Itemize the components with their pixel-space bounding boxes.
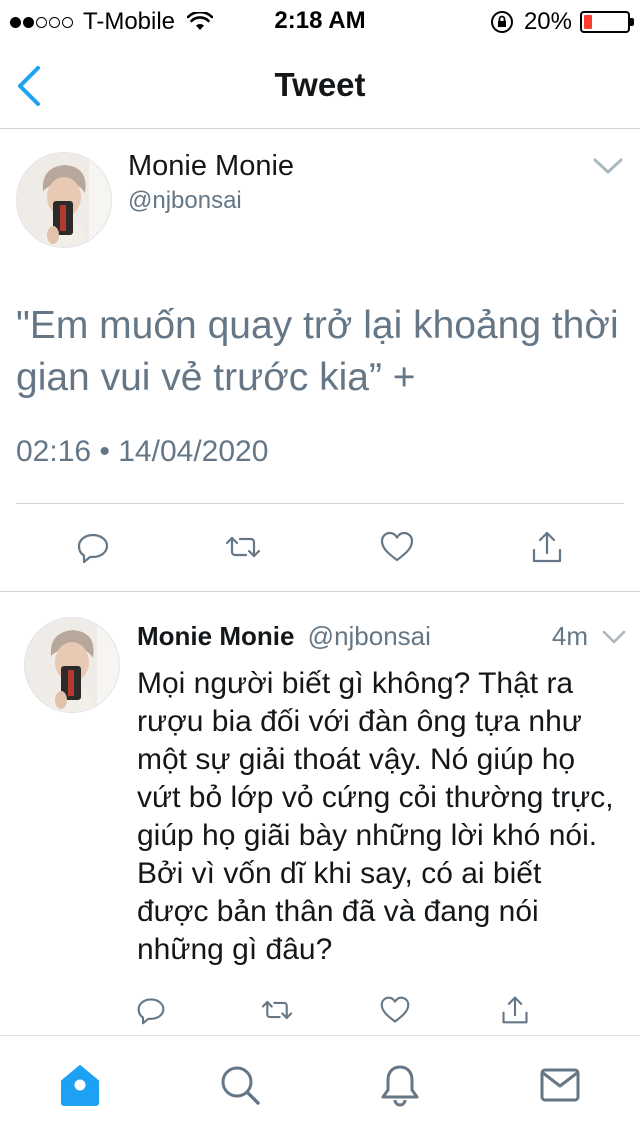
chevron-down-icon[interactable] (602, 629, 626, 645)
retweet-icon[interactable] (226, 530, 260, 564)
avatar[interactable] (16, 152, 112, 248)
home-icon[interactable] (58, 1063, 102, 1107)
like-icon[interactable] (380, 995, 410, 1025)
like-icon[interactable] (380, 530, 414, 564)
page-title: Tweet (274, 66, 366, 103)
author-name[interactable]: Monie Monie (128, 150, 294, 183)
nav-bar: Tweet (0, 40, 640, 129)
battery-info: 20% (490, 8, 634, 36)
avatar-photo (17, 153, 111, 247)
reply-tweet[interactable]: Monie Monie @njbonsai 4m Mọi người biết … (0, 593, 640, 1036)
notifications-icon[interactable] (378, 1063, 422, 1107)
tweet-text: "Em muốn quay trở lại khoảng thời gian v… (16, 304, 619, 399)
author-handle[interactable]: @njbonsai (128, 187, 242, 215)
avatar[interactable] (24, 617, 120, 713)
tweet-actions (0, 530, 640, 570)
battery-percent: 20% (523, 8, 572, 35)
tab-bar (0, 1037, 640, 1136)
author-handle[interactable]: @njbonsai (308, 621, 431, 651)
reply-header: Monie Monie @njbonsai (137, 621, 431, 652)
battery-level (584, 15, 593, 29)
messages-icon[interactable] (538, 1063, 582, 1107)
author-name[interactable]: Monie Monie (137, 621, 294, 651)
avatar-photo (25, 618, 119, 712)
chevron-down-icon[interactable] (592, 156, 624, 176)
share-icon[interactable] (530, 530, 564, 564)
status-bar: T-Mobile 2:18 AM 20% (0, 0, 640, 40)
retweet-icon[interactable] (262, 995, 292, 1025)
share-icon[interactable] (500, 995, 530, 1025)
reply-icon[interactable] (136, 995, 166, 1025)
battery-icon (580, 11, 634, 33)
search-icon[interactable] (218, 1063, 262, 1107)
tweet-text: Mọi người biết gì không? Thật ra rượu bi… (137, 667, 614, 966)
tweet-actions (0, 995, 640, 1029)
reply-icon[interactable] (76, 530, 110, 564)
tweet-timestamp: 02:16 • 14/04/2020 (16, 435, 269, 468)
main-tweet: Monie Monie @njbonsai "Em muốn quay trở … (0, 130, 640, 592)
divider (16, 503, 624, 504)
tweet-time-ago: 4m (551, 621, 588, 651)
orientation-lock-icon (490, 11, 513, 33)
